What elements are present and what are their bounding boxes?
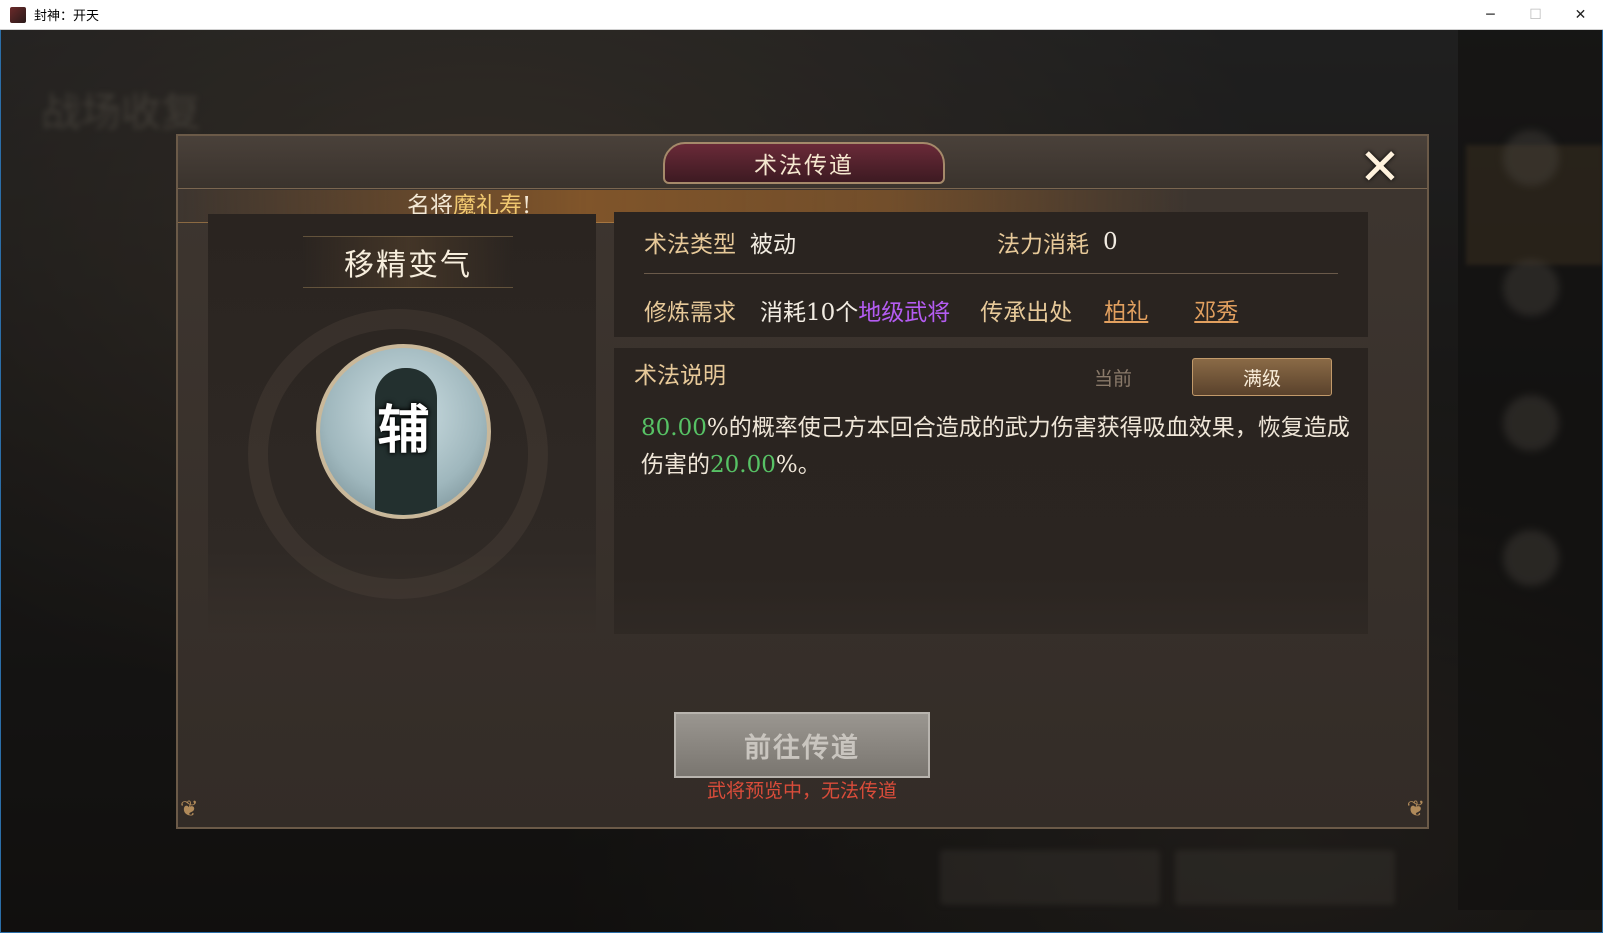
minimize-button[interactable]: ─ [1468, 0, 1513, 30]
lifesteal-percent: 20.00 [710, 452, 776, 478]
requirement-highlight: 地级武将 [858, 300, 951, 326]
mana-cost-label: 法力消耗 [997, 232, 1089, 258]
preview-warning: 武将预览中，无法传道 [706, 780, 897, 802]
description-title: 术法说明 [634, 363, 726, 389]
window-title: 封神：开天 [34, 9, 100, 24]
corner-ornament-right: ❦ [1406, 797, 1425, 822]
source-link-baili[interactable]: 柏礼 [1104, 294, 1148, 326]
maximize-button[interactable]: ☐ [1513, 0, 1558, 30]
skill-type-value: 被动 [750, 232, 796, 258]
mana-cost-row: 法力消耗 0 [997, 222, 1118, 262]
skill-panel: 移精变气 辅 [208, 214, 596, 634]
skill-transfer-dialog: 术法传道 ✕ 名将魔礼寿! 移精变气 辅 术法类型 被动 法力消耗 0 修炼需求… [176, 134, 1429, 829]
dialog-title: 术法传道 [754, 153, 854, 179]
skill-info-panel: 术法类型 被动 法力消耗 0 修炼需求 消耗10个 地级武将 传承出处 柏礼 邓秀 [614, 212, 1368, 337]
description-text: 80.00%的概率使己方本回合造成的武力伤害获得吸血效果，恢复造成伤害的20.0… [641, 410, 1351, 484]
tab-max-level[interactable]: 满级 [1192, 358, 1332, 396]
skill-icon: 辅 [316, 344, 491, 519]
description-part2: %。 [775, 452, 821, 478]
window-close-button[interactable]: ✕ [1558, 0, 1603, 30]
window-controls: ─ ☐ ✕ [1468, 0, 1603, 30]
dialog-title-plate: 术法传道 [663, 142, 945, 184]
skill-name-plate: 移精变气 [303, 236, 513, 288]
corner-ornament-left: ❦ [180, 797, 199, 822]
dialog-close-icon[interactable]: ✕ [1353, 140, 1407, 194]
lifesteal-chance: 80.00 [641, 415, 707, 441]
info-divider [644, 273, 1338, 274]
requirement-row: 修炼需求 消耗10个 地级武将 传承出处 柏礼 邓秀 [644, 290, 1238, 330]
skill-name: 移精变气 [344, 248, 472, 283]
go-transfer-button[interactable]: 前往传道 [674, 712, 930, 778]
requirement-label: 修炼需求 [644, 300, 736, 326]
source-label: 传承出处 [980, 300, 1073, 326]
tab-current-level[interactable]: 当前 [1094, 364, 1132, 391]
requirement-prefix: 消耗10个 [760, 300, 859, 326]
skill-type-row: 术法类型 被动 [644, 222, 796, 262]
source-link-dengxiu[interactable]: 邓秀 [1194, 294, 1238, 326]
window-titlebar: 封神：开天 ─ ☐ ✕ [0, 0, 1603, 30]
mana-cost-value: 0 [1103, 229, 1118, 255]
description-panel: 术法说明 当前 满级 80.00%的概率使己方本回合造成的武力伤害获得吸血效果，… [614, 348, 1368, 634]
skill-type-label: 术法类型 [644, 232, 736, 258]
skill-role-char: 辅 [377, 400, 430, 461]
app-icon [10, 6, 26, 23]
